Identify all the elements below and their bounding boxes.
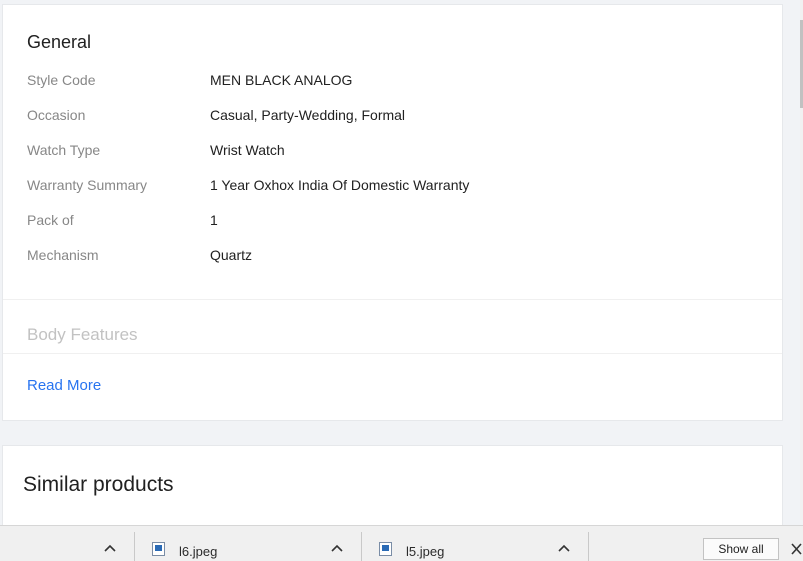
spec-row-watch-type: Watch Type Wrist Watch (27, 140, 767, 160)
specifications-card: General Style Code MEN BLACK ANALOG Occa… (2, 4, 783, 421)
section-title-body-features: Body Features (27, 325, 138, 344)
download-bar: l6.jpeg l5.jpeg Show all (0, 525, 803, 561)
chevron-up-icon[interactable] (104, 543, 116, 553)
spec-value: Casual, Party-Wedding, Formal (210, 107, 406, 123)
chevron-up-icon[interactable] (558, 543, 570, 553)
spec-key: Occasion (27, 107, 86, 123)
similar-products-title: Similar products (23, 473, 174, 496)
download-item-l5[interactable]: l5.jpeg (379, 539, 549, 559)
show-all-button[interactable]: Show all (703, 538, 779, 560)
spec-value: MEN BLACK ANALOG (210, 72, 353, 88)
spec-row-style-code: Style Code MEN BLACK ANALOG (27, 70, 767, 90)
download-file-name: l6.jpeg (179, 544, 218, 559)
spec-value: 1 Year Oxhox India Of Domestic Warranty (210, 177, 470, 193)
spec-value: 1 (210, 212, 218, 228)
download-separator (588, 532, 589, 561)
image-file-icon (379, 542, 392, 556)
spec-key: Style Code (27, 72, 96, 88)
spec-key: Warranty Summary (27, 177, 148, 193)
section-divider (3, 353, 782, 354)
chevron-up-icon[interactable] (331, 543, 343, 553)
close-icon[interactable] (790, 543, 803, 555)
spec-key: Mechanism (27, 247, 99, 263)
spec-value: Wrist Watch (210, 142, 285, 158)
spec-key: Watch Type (27, 142, 101, 158)
spec-row-warranty-summary: Warranty Summary 1 Year Oxhox India Of D… (27, 175, 767, 195)
image-file-icon (152, 542, 165, 556)
spec-row-occasion: Occasion Casual, Party-Wedding, Formal (27, 105, 767, 125)
section-divider (3, 299, 782, 300)
download-separator (134, 532, 135, 561)
spec-row-mechanism: Mechanism Quartz (27, 245, 767, 265)
spec-key: Pack of (27, 212, 74, 228)
read-more-link[interactable]: Read More (27, 377, 101, 394)
spec-row-pack-of: Pack of 1 (27, 210, 767, 230)
download-item-l6[interactable]: l6.jpeg (152, 539, 322, 559)
section-title-general: General (27, 32, 92, 52)
spec-value: Quartz (210, 247, 253, 263)
download-file-name: l5.jpeg (406, 544, 445, 559)
download-separator (361, 532, 362, 561)
